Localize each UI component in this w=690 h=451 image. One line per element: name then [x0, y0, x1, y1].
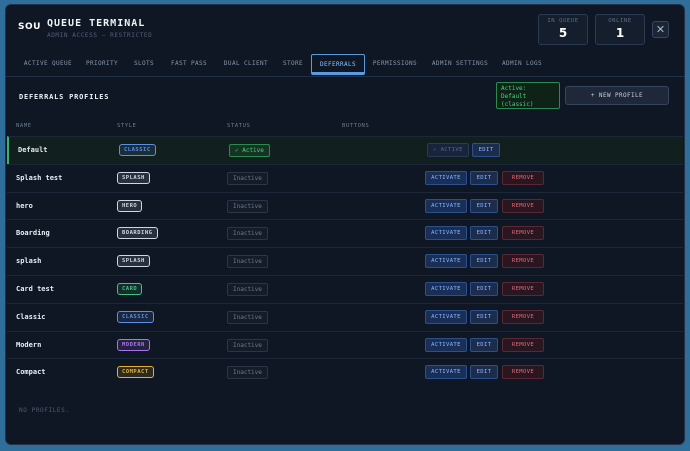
- activate-button[interactable]: ACTIVATE: [425, 254, 467, 269]
- edit-button[interactable]: EDIT: [470, 337, 498, 352]
- remove-button[interactable]: REMOVE: [502, 282, 544, 296]
- activate-button[interactable]: ACTIVATE: [425, 198, 467, 213]
- remove-button[interactable]: REMOVE: [502, 198, 544, 213]
- status-badge: Inactive: [227, 366, 268, 380]
- new-profile-button[interactable]: + NEW PROFILE: [565, 86, 669, 105]
- online-stat: ONLINE 1: [595, 14, 645, 45]
- activate-button[interactable]: ACTIVATE: [425, 309, 467, 324]
- profile-row: Classic CLASSIC Inactive ACTIVATE EDIT REMOVE: [7, 302, 683, 331]
- style-badge: CARD: [117, 283, 143, 295]
- edit-button[interactable]: EDIT: [470, 198, 498, 213]
- profile-name: Modern: [16, 340, 42, 349]
- status-badge: Inactive: [227, 338, 268, 352]
- close-icon: ✕: [655, 23, 666, 36]
- profile-name: hero: [16, 201, 33, 210]
- profile-name: Card test: [16, 285, 54, 293]
- edit-button[interactable]: EDIT: [470, 254, 498, 269]
- profile-row: Default CLASSIC ✓ Active ✓ ACTIVE EDIT: [7, 136, 683, 164]
- tab-store[interactable]: STORE: [278, 54, 308, 75]
- status-badge: Inactive: [227, 171, 268, 185]
- active-indicator-button: ✓ ACTIVE: [427, 143, 469, 157]
- tab-admin-logs[interactable]: ADMIN LOGS: [498, 54, 546, 75]
- activate-button[interactable]: ACTIVATE: [425, 170, 467, 185]
- tab-deferrals[interactable]: DEFERRALS: [311, 54, 365, 75]
- style-badge: COMPACT: [117, 366, 154, 379]
- profile-name: Splash test: [16, 173, 63, 182]
- online-value: 1: [615, 26, 625, 40]
- remove-button[interactable]: REMOVE: [502, 170, 544, 185]
- edit-button[interactable]: EDIT: [470, 226, 498, 241]
- tab-dual-client[interactable]: DUAL CLIENT: [218, 54, 274, 75]
- in-queue-label: IN QUEUE: [547, 18, 579, 24]
- empty-state: NO PROFILES.: [19, 407, 70, 414]
- remove-button[interactable]: REMOVE: [502, 365, 544, 380]
- activate-button[interactable]: ACTIVATE: [425, 337, 467, 352]
- tab-fast-pass[interactable]: FAST PASS: [166, 54, 212, 75]
- style-badge: SPLASH: [117, 255, 150, 268]
- profile-name: splash: [16, 257, 42, 266]
- edit-button[interactable]: EDIT: [470, 282, 498, 296]
- edit-button[interactable]: EDIT: [470, 309, 498, 324]
- header: SOU QUEUE TERMINAL ADMIN ACCESS — RESTRI…: [6, 5, 684, 51]
- column-style: STYLE: [117, 123, 137, 129]
- profile-row: hero HERO Inactive ACTIVATE EDIT REMOVE: [7, 191, 683, 220]
- tab-permissions[interactable]: PERMISSIONS: [371, 54, 419, 75]
- profile-name: Default: [18, 146, 48, 154]
- style-badge: HERO: [117, 199, 143, 212]
- remove-button[interactable]: REMOVE: [502, 337, 544, 352]
- status-badge: ✓ Active: [229, 144, 270, 157]
- edit-button[interactable]: EDIT: [470, 170, 498, 185]
- tab-admin-settings[interactable]: ADMIN SETTINGS: [430, 54, 490, 75]
- tab-slots[interactable]: SLOTS: [128, 54, 160, 75]
- remove-button[interactable]: REMOVE: [502, 254, 544, 269]
- active-label: Active:: [501, 85, 527, 92]
- tab-active-queue[interactable]: ACTIVE QUEUE: [18, 54, 78, 75]
- style-badge: CLASSIC: [117, 310, 154, 323]
- profile-row: Boarding BOARDING Inactive ACTIVATE EDIT REMO…: [7, 219, 683, 247]
- active-profile-indicator: Active: Default (classic): [496, 82, 560, 109]
- tab-bar: ACTIVE QUEUE PRIORITY SLOTS FAST PASS DU…: [6, 51, 684, 77]
- column-buttons: BUTTONS: [342, 123, 370, 129]
- profile-name: Compact: [16, 368, 46, 377]
- style-badge: BOARDING: [117, 227, 158, 240]
- section-title: DEFERRALS PROFILES: [19, 93, 110, 101]
- status-badge: Inactive: [227, 199, 268, 213]
- profile-row: Splash test SPLASH Inactive ACTIVATE EDIT REM…: [7, 163, 683, 192]
- column-status: STATUS: [227, 123, 251, 129]
- in-queue-value: 5: [558, 26, 568, 40]
- online-label: ONLINE: [608, 18, 632, 24]
- close-button[interactable]: ✕: [652, 21, 669, 38]
- style-badge: CLASSIC: [119, 144, 156, 156]
- app-logo: SOU: [18, 22, 41, 32]
- status-badge: Inactive: [227, 283, 268, 296]
- profile-row: Compact COMPACT Inactive ACTIVATE EDIT REMOVE: [7, 358, 683, 386]
- app-title: QUEUE TERMINAL: [47, 18, 146, 29]
- profile-name: Boarding: [16, 229, 50, 238]
- activate-button[interactable]: ACTIVATE: [425, 365, 467, 380]
- active-profile-name: Default: [501, 93, 527, 100]
- status-badge: Inactive: [227, 227, 268, 241]
- profile-row: splash SPLASH Inactive ACTIVATE EDIT REMOVE: [7, 247, 683, 275]
- column-name: NAME: [16, 123, 32, 129]
- status-badge: Inactive: [227, 310, 268, 324]
- activate-button[interactable]: ACTIVATE: [425, 226, 467, 241]
- app-subtitle: ADMIN ACCESS — RESTRICTED: [47, 32, 153, 39]
- tab-priority[interactable]: PRIORITY: [82, 54, 122, 75]
- active-profile-style: (classic): [501, 101, 534, 108]
- edit-button[interactable]: EDIT: [470, 365, 498, 380]
- style-badge: MODERN: [117, 338, 150, 351]
- status-badge: Inactive: [227, 255, 268, 269]
- profile-name: Classic: [16, 312, 46, 321]
- remove-button[interactable]: REMOVE: [502, 309, 544, 324]
- remove-button[interactable]: REMOVE: [502, 226, 544, 241]
- profile-row: Card test CARD Inactive ACTIVATE EDIT REMOVE: [7, 275, 683, 303]
- activate-button[interactable]: ACTIVATE: [425, 282, 467, 296]
- queue-terminal-window: SOU QUEUE TERMINAL ADMIN ACCESS — RESTRI…: [5, 4, 685, 445]
- profile-row: Modern MODERN Inactive ACTIVATE EDIT REMOVE: [7, 330, 683, 359]
- edit-button[interactable]: EDIT: [472, 143, 500, 157]
- in-queue-stat: IN QUEUE 5: [538, 14, 588, 45]
- style-badge: SPLASH: [117, 171, 150, 184]
